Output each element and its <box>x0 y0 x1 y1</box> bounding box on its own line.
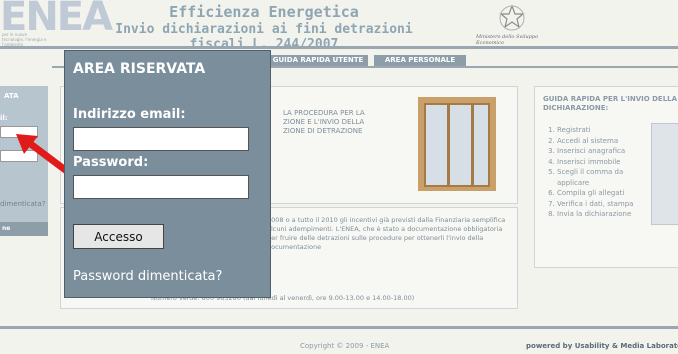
republic-emblem-icon <box>499 4 525 31</box>
list-item: Inserisci anagrafica <box>557 146 647 157</box>
quick-guide-steps: Registrati Accedi al sistema Inserisci a… <box>543 125 647 220</box>
sidebar-forgot-link[interactable]: dimenticata? <box>0 200 46 208</box>
forgot-password-link[interactable]: Password dimenticata? <box>73 269 222 284</box>
copyright-text: Copyright © 2009 - ENEA <box>300 342 390 350</box>
email-field[interactable] <box>73 127 249 151</box>
nav-guida-rapida[interactable]: GUIDA RAPIDA UTENTE <box>268 55 368 66</box>
nav-area-personale[interactable]: AREA PERSONALE <box>374 55 466 66</box>
enea-logo: ENEA per le nuove tecnologie, l'energia … <box>0 0 113 47</box>
powered-by-text: powered by Usability & Media Laboratory … <box>526 342 678 350</box>
page-title: Efficienza Energetica <box>169 3 359 21</box>
list-item: Invia la dichiarazione <box>557 209 647 220</box>
nav-label: AREA PERSONALE <box>384 56 456 64</box>
list-item: Scegli il comma da applicare <box>557 167 647 188</box>
quick-guide-panel: GUIDA RAPIDA PER L'INVIO DELLA DICHIARAZ… <box>534 86 678 268</box>
news-text: 2008 o a tutto il 2010 gli incentivi già… <box>267 216 506 251</box>
footer-divider <box>0 326 678 329</box>
list-item: Compila gli allegati <box>557 188 647 199</box>
sidebar-title: ATA <box>4 92 19 100</box>
guide-screenshot-image <box>651 123 678 225</box>
header-divider <box>0 46 678 49</box>
list-item: Accedi al sistema <box>557 136 647 147</box>
emblem-caption: Ministero dello Sviluppo Economico <box>476 34 539 46</box>
list-item: Verifica i dati, stampa <box>557 199 647 210</box>
window-image <box>418 97 496 191</box>
email-label: Indirizzo email: <box>73 107 186 122</box>
list-item: Registrati <box>557 125 647 136</box>
password-field[interactable] <box>73 175 249 199</box>
login-button[interactable]: Accesso <box>73 224 164 249</box>
sidebar-tab[interactable]: ne <box>0 222 48 236</box>
nav-label: GUIDA RAPIDA UTENTE <box>272 56 364 64</box>
password-label: Password: <box>73 155 149 170</box>
intro-text: LA PROCEDURA PER LA ZIONE E L'INVIO DELL… <box>283 109 365 135</box>
quick-guide-heading: GUIDA RAPIDA PER L'INVIO DELLA DICHIARAZ… <box>543 95 678 112</box>
sidebar-email-label: il: <box>0 114 8 122</box>
login-popup: AREA RISERVATA Indirizzo email: Password… <box>64 50 271 298</box>
login-title: AREA RISERVATA <box>73 61 206 77</box>
logo-subtitle: per le nuove tecnologie, l'energia e l'a… <box>2 32 47 47</box>
list-item: Inserisci immobile <box>557 157 647 168</box>
